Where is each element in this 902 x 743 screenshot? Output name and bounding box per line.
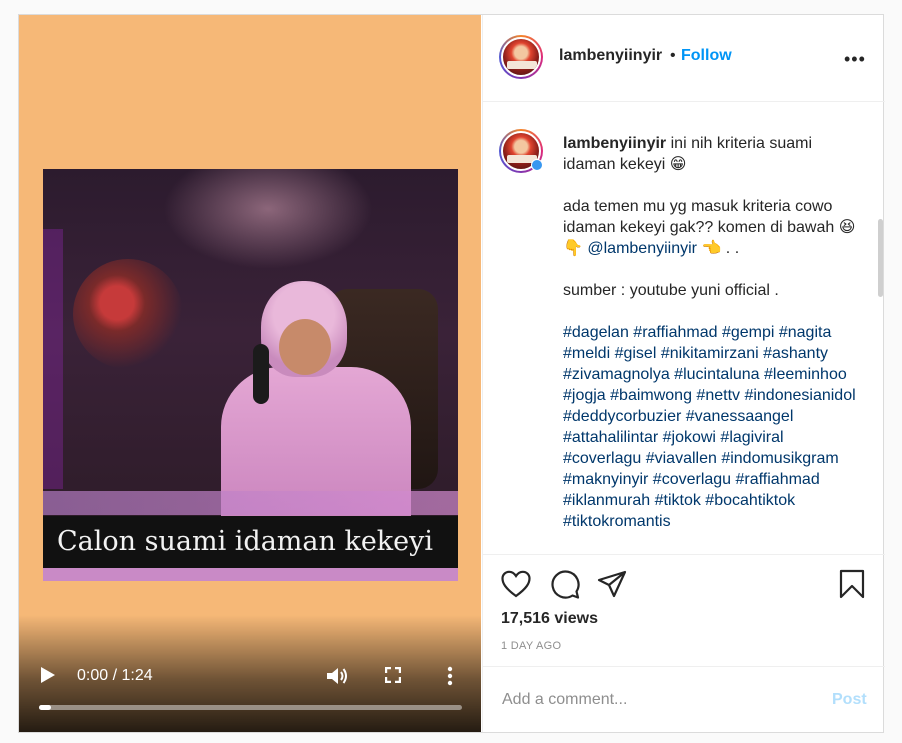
comment-box: Add a comment... Post bbox=[483, 666, 885, 732]
caption-source: sumber : youtube yuni official . bbox=[563, 282, 779, 299]
post-comment-button[interactable]: Post bbox=[832, 691, 867, 709]
bookmark-icon[interactable] bbox=[839, 569, 865, 599]
caption-username[interactable]: lambenyiinyir bbox=[563, 135, 666, 152]
video-progress-bar[interactable] bbox=[39, 705, 462, 710]
video-time: 0:00 / 1:24 bbox=[77, 667, 153, 684]
caption-bottom-bar bbox=[43, 568, 458, 581]
video-frame: Calon suami idaman kekeyi bbox=[43, 169, 458, 581]
more-vertical-icon[interactable] bbox=[447, 666, 453, 686]
follow-button[interactable]: Follow bbox=[681, 47, 732, 65]
fullscreen-icon[interactable] bbox=[385, 667, 401, 683]
video-stripe bbox=[43, 491, 458, 515]
caption-mention[interactable]: @lambenyiinyir bbox=[587, 240, 697, 257]
microphone bbox=[253, 344, 269, 404]
caption-section: lambenyiinyir ini nih kriteria suami ida… bbox=[483, 103, 885, 555]
caption-line2-end: 👈 . . bbox=[701, 240, 740, 257]
video-caption: Calon suami idaman kekeyi bbox=[43, 516, 458, 568]
avatar[interactable] bbox=[499, 35, 543, 79]
share-icon[interactable] bbox=[597, 570, 627, 598]
background-purple-light bbox=[43, 229, 63, 489]
action-bar bbox=[483, 555, 885, 605]
heart-icon[interactable] bbox=[501, 570, 531, 598]
more-options-icon[interactable]: ••• bbox=[844, 49, 866, 70]
separator-dot: • bbox=[670, 47, 676, 64]
scrollbar[interactable] bbox=[878, 219, 883, 297]
post-header: lambenyiinyir • Follow ••• bbox=[483, 15, 885, 102]
caption-hashtags[interactable]: #dagelan #raffiahmad #gempi #nagita #mel… bbox=[563, 322, 863, 532]
post-card: Calon suami idaman kekeyi 0:00 / 1:24 la… bbox=[18, 14, 885, 733]
video-progress-fill bbox=[39, 705, 51, 710]
comment-icon[interactable] bbox=[550, 570, 580, 599]
post-sidebar: lambenyiinyir • Follow ••• lambenyiinyir… bbox=[482, 15, 885, 732]
caption-text: lambenyiinyir ini nih kriteria suami ida… bbox=[563, 133, 863, 553]
volume-icon[interactable] bbox=[327, 666, 349, 686]
story-badge-icon bbox=[531, 159, 543, 171]
comment-input[interactable]: Add a comment... bbox=[502, 691, 627, 709]
flower-decoration bbox=[73, 259, 183, 369]
header-username[interactable]: lambenyiinyir bbox=[559, 47, 662, 65]
person-face bbox=[279, 319, 331, 375]
post-timestamp[interactable]: 1 DAY AGO bbox=[501, 640, 561, 652]
play-icon[interactable] bbox=[41, 667, 55, 683]
background-light bbox=[163, 169, 373, 269]
view-count[interactable]: 17,516 views bbox=[501, 610, 598, 628]
video-player[interactable]: Calon suami idaman kekeyi 0:00 / 1:24 bbox=[19, 15, 481, 732]
